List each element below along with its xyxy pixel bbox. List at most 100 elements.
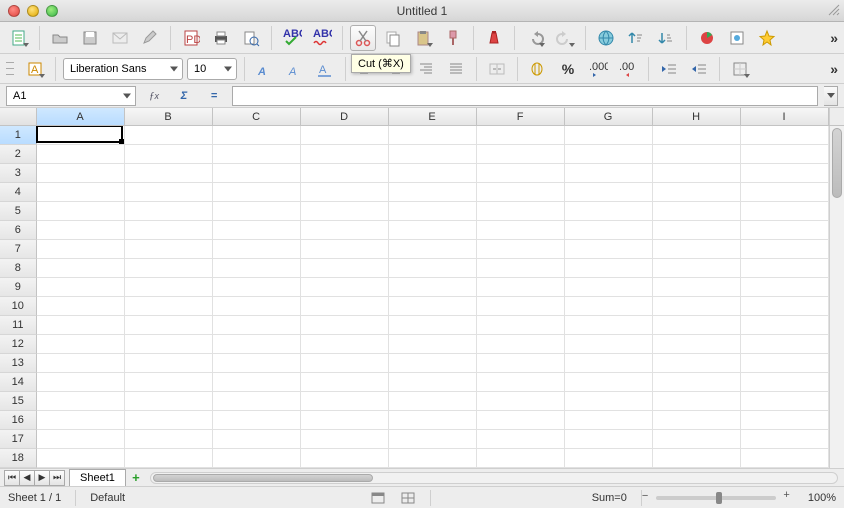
cell[interactable] <box>741 430 829 449</box>
cell[interactable] <box>653 240 741 259</box>
increase-indent-button[interactable] <box>686 56 712 82</box>
cell[interactable] <box>477 449 565 468</box>
cell[interactable] <box>477 354 565 373</box>
cell[interactable] <box>653 183 741 202</box>
cell[interactable] <box>301 430 389 449</box>
cut-button[interactable]: Cut (⌘X) <box>350 25 376 51</box>
remove-decimal-button[interactable]: .00 <box>615 56 641 82</box>
cell[interactable] <box>37 392 125 411</box>
cell[interactable] <box>389 373 477 392</box>
cell[interactable] <box>653 126 741 145</box>
cell[interactable] <box>565 316 653 335</box>
horizontal-scrollbar[interactable] <box>150 472 838 484</box>
cell[interactable] <box>741 221 829 240</box>
cell[interactable] <box>213 449 301 468</box>
cell[interactable] <box>389 145 477 164</box>
cell[interactable] <box>37 221 125 240</box>
toolbar2-overflow-button[interactable]: » <box>830 54 838 83</box>
add-sheet-button[interactable]: + <box>128 471 144 485</box>
cell[interactable] <box>301 354 389 373</box>
column-header[interactable]: A <box>37 108 125 125</box>
row-header[interactable]: 15 <box>0 392 37 411</box>
bold-button[interactable]: A <box>252 56 278 82</box>
last-sheet-button[interactable]: ⏭ <box>49 470 65 486</box>
sum-button[interactable]: Σ <box>172 90 196 102</box>
add-decimal-button[interactable]: .000 <box>585 56 611 82</box>
cell[interactable] <box>301 392 389 411</box>
cell[interactable] <box>653 259 741 278</box>
sort-desc-button[interactable] <box>653 25 679 51</box>
cell[interactable] <box>565 335 653 354</box>
page-style[interactable]: Default <box>90 492 210 504</box>
row-header[interactable]: 18 <box>0 449 37 468</box>
cell[interactable] <box>389 392 477 411</box>
copy-button[interactable] <box>380 25 406 51</box>
cell[interactable] <box>477 430 565 449</box>
sheet-tab[interactable]: Sheet1 <box>69 469 126 486</box>
merge-cells-button[interactable] <box>484 56 510 82</box>
cell[interactable] <box>301 221 389 240</box>
cell[interactable] <box>653 411 741 430</box>
cell[interactable] <box>565 278 653 297</box>
cell[interactable] <box>37 183 125 202</box>
cell[interactable] <box>389 354 477 373</box>
cell[interactable] <box>213 240 301 259</box>
font-name-combo[interactable]: Liberation Sans <box>63 58 183 80</box>
cell[interactable] <box>389 202 477 221</box>
cell[interactable] <box>477 373 565 392</box>
row-header[interactable]: 11 <box>0 316 37 335</box>
cell[interactable] <box>213 335 301 354</box>
cell[interactable] <box>125 411 213 430</box>
cell[interactable] <box>37 449 125 468</box>
open-button[interactable] <box>47 25 73 51</box>
cell[interactable] <box>477 221 565 240</box>
cell[interactable] <box>653 430 741 449</box>
row-header[interactable]: 10 <box>0 297 37 316</box>
zoom-value[interactable]: 100% <box>808 492 836 504</box>
cell[interactable] <box>125 316 213 335</box>
cell[interactable] <box>741 411 829 430</box>
cell[interactable] <box>741 145 829 164</box>
formula-input[interactable] <box>232 86 818 106</box>
cell[interactable] <box>125 278 213 297</box>
spellcheck-button[interactable]: ABC <box>279 25 305 51</box>
align-right-button[interactable] <box>413 56 439 82</box>
cell[interactable] <box>389 411 477 430</box>
cell[interactable] <box>653 373 741 392</box>
row-header[interactable]: 7 <box>0 240 37 259</box>
cell[interactable] <box>477 202 565 221</box>
cell[interactable] <box>37 335 125 354</box>
sum-display[interactable]: Sum=0 <box>592 492 627 504</box>
cell[interactable] <box>741 259 829 278</box>
cell[interactable] <box>477 278 565 297</box>
save-button[interactable] <box>77 25 103 51</box>
currency-button[interactable] <box>525 56 551 82</box>
first-sheet-button[interactable]: ⏮ <box>4 470 20 486</box>
column-header[interactable]: H <box>653 108 741 125</box>
print-button[interactable] <box>208 25 234 51</box>
cell[interactable] <box>565 259 653 278</box>
cell[interactable] <box>653 145 741 164</box>
row-header[interactable]: 5 <box>0 202 37 221</box>
decrease-indent-button[interactable] <box>656 56 682 82</box>
cell[interactable] <box>741 373 829 392</box>
cell[interactable] <box>741 449 829 468</box>
cells-area[interactable] <box>37 126 829 468</box>
cell[interactable] <box>653 335 741 354</box>
function-wizard-button[interactable]: ƒx <box>142 90 166 102</box>
cell[interactable] <box>565 373 653 392</box>
cell[interactable] <box>125 164 213 183</box>
cell[interactable] <box>213 126 301 145</box>
cell[interactable] <box>653 297 741 316</box>
cell[interactable] <box>653 316 741 335</box>
cell[interactable] <box>301 145 389 164</box>
cell[interactable] <box>301 202 389 221</box>
vertical-scrollbar[interactable] <box>829 126 844 468</box>
cell[interactable] <box>37 430 125 449</box>
cell[interactable] <box>125 126 213 145</box>
insert-mode-icon[interactable] <box>370 491 386 505</box>
cell[interactable] <box>389 316 477 335</box>
toolbar-overflow-button[interactable]: » <box>830 22 838 53</box>
cell[interactable] <box>565 411 653 430</box>
styles-button[interactable]: A <box>22 56 48 82</box>
